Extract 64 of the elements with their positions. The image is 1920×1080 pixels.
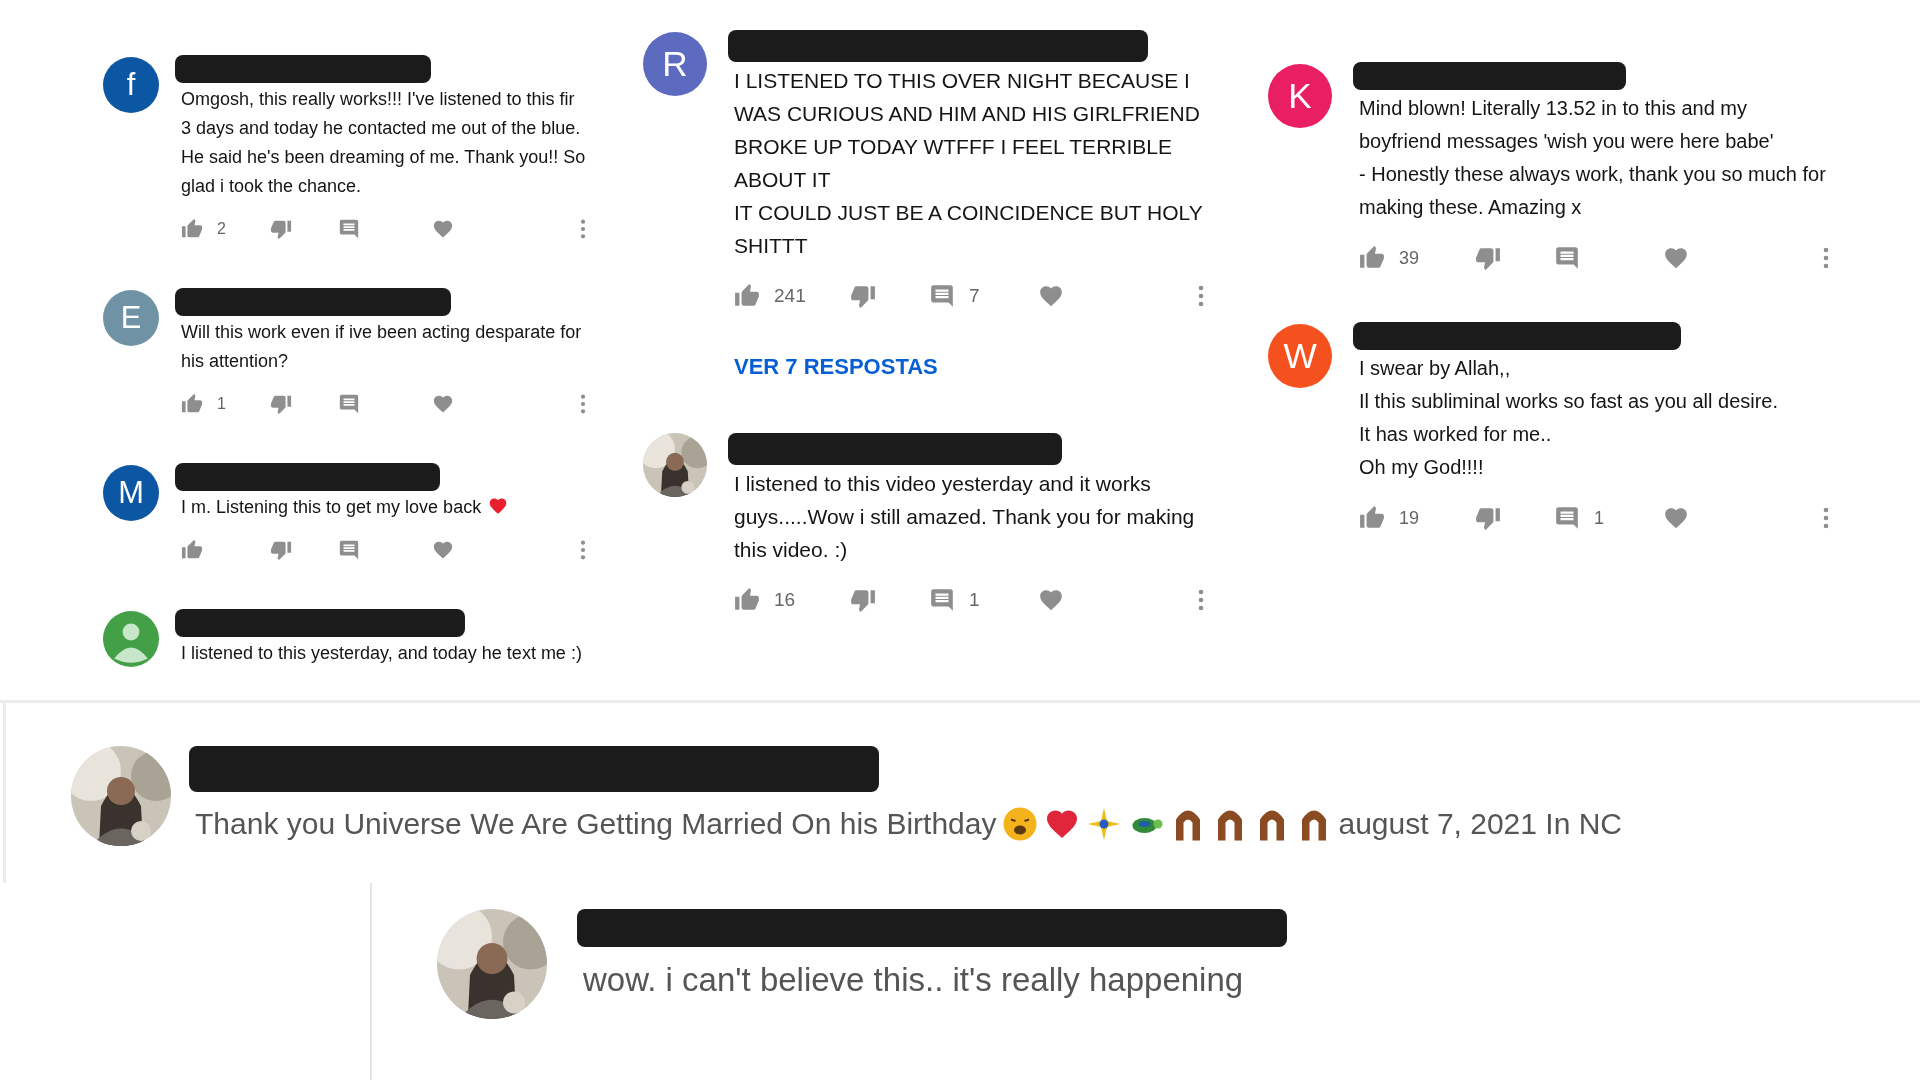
reply-icon[interactable] [929, 587, 955, 613]
comment-text: I listened to this video yesterday and it works guys.....Wow i still amazed. Thank you for making this video. :) [734, 471, 1196, 563]
avatar[interactable]: f [103, 57, 159, 113]
comment-text: I swear by Allah,, Il this subliminal works so fast as you all desire. It has worked for me.. Oh my God!!!! [1359, 356, 1780, 480]
thumbs-up-icon[interactable] [1359, 245, 1385, 271]
thumbs-up-icon[interactable] [734, 587, 760, 613]
reply-count: 7 [969, 285, 980, 307]
reply-icon[interactable] [338, 393, 360, 415]
emoji-face-icon [1002, 806, 1039, 842]
heart-icon[interactable] [1663, 505, 1689, 531]
reply-icon[interactable] [1554, 245, 1580, 271]
heart-icon[interactable] [432, 218, 454, 240]
heart-icon[interactable] [1038, 587, 1064, 613]
reply-icon[interactable] [338, 539, 360, 561]
heart-icon[interactable] [432, 539, 454, 561]
more-options-icon[interactable] [1823, 505, 1829, 531]
reply-count: 1 [1594, 507, 1604, 529]
heart-icon[interactable] [432, 393, 454, 415]
avatar[interactable]: W [1268, 324, 1332, 388]
avatar[interactable]: R [643, 32, 707, 96]
thumbs-up-icon[interactable] [181, 218, 203, 240]
thumbs-down-icon[interactable] [850, 587, 876, 613]
more-options-icon[interactable] [1823, 245, 1829, 271]
more-options-icon[interactable] [580, 393, 586, 415]
reply-icon[interactable] [929, 283, 955, 309]
thumbs-down-icon[interactable] [270, 393, 292, 415]
heart-icon[interactable] [1038, 283, 1064, 309]
avatar[interactable]: M [103, 465, 159, 521]
thumbs-up-icon[interactable] [181, 539, 203, 561]
like-count: 2 [217, 220, 226, 238]
thumbs-down-icon[interactable] [270, 539, 292, 561]
comment-text: wow. i can't believe this.. it's really happening [583, 961, 1245, 999]
thumbs-down-icon[interactable] [850, 283, 876, 309]
thumbs-up-icon[interactable] [1359, 505, 1385, 531]
thumbs-down-icon[interactable] [1475, 245, 1501, 271]
like-count: 19 [1399, 507, 1420, 529]
thumbs-up-icon[interactable] [734, 283, 760, 309]
more-options-icon[interactable] [580, 539, 586, 561]
comment-text: I listened to this yesterday, and today he text me :) [181, 642, 583, 665]
reply-count: 1 [969, 589, 980, 611]
thumbs-down-icon[interactable] [270, 218, 292, 240]
comment-text: I m. Listening this to get my love back [181, 493, 586, 522]
comment-text: Mind blown! Literally 13.52 in to this and my boyfriend messages 'wish you were here babe' - Honestly these always work, thank you so much for making these. Amazing x [1359, 96, 1827, 220]
avatar[interactable]: E [103, 290, 159, 346]
heart-icon[interactable] [1663, 245, 1689, 271]
thumbs-up-icon[interactable] [181, 393, 203, 415]
more-options-icon[interactable] [1198, 587, 1204, 613]
like-count: 1 [217, 395, 226, 413]
comment-text: I LISTENED TO THIS OVER NIGHT BECAUSE I WAS CURIOUS AND HIM AND HIS GIRLFRIEND BROKE UP TODAY WTFFF I FEEL TERRIBLE ABOUT IT IT COULD JUST BE A COINCIDENCE BUT HOLY SHITTT [734, 68, 1204, 259]
reply-icon[interactable] [338, 218, 360, 240]
thumbs-down-icon[interactable] [1475, 505, 1501, 531]
view-replies-link[interactable]: VER 7 RESPOSTAS [734, 354, 938, 380]
like-count: 39 [1399, 247, 1420, 269]
avatar[interactable] [103, 611, 159, 667]
more-options-icon[interactable] [580, 218, 586, 240]
comment-text: Will this work even if ive been acting desparate for his attention? [181, 321, 583, 373]
like-count: 16 [774, 589, 796, 611]
comment-text: august 7, 2021 In NC [1338, 807, 1622, 841]
comment-text: Omgosh, this really works!!! I've listened to this fir 3 days and today he contacted me out of the blue. He said he's been dreaming of me. Thank you!! So glad i took the chance. [181, 88, 586, 198]
more-options-icon[interactable] [1198, 283, 1204, 309]
comment-text: Thank you Universe We Are Getting Married On his Birthday [195, 807, 997, 841]
avatar[interactable]: K [1268, 64, 1332, 128]
reply-icon[interactable] [1554, 505, 1580, 531]
like-count: 241 [774, 285, 806, 307]
